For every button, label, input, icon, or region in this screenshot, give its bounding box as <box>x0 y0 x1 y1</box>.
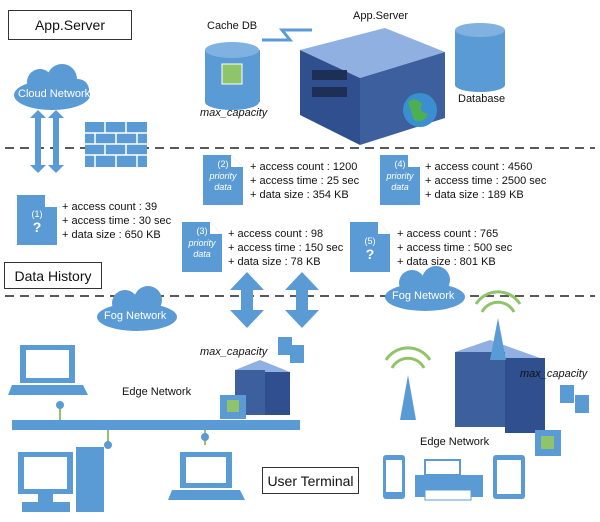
cache-db-label: Cache DB <box>207 20 258 32</box>
data-item-1: (1) ? <box>17 195 57 245</box>
document-stack-icon <box>560 385 589 413</box>
firewall-icon <box>85 122 147 167</box>
edge-network-right-label: Edge Network <box>420 436 490 448</box>
printer-icon <box>415 459 483 501</box>
data-item-4: (4) priority data <box>380 155 420 205</box>
edge-server-icon <box>220 360 290 419</box>
database-icon <box>455 23 505 92</box>
data-item-5: (5) ? <box>350 222 390 272</box>
user-terminal-label: User Terminal <box>262 467 359 494</box>
max-capacity-left-label: max_capacity <box>200 346 268 358</box>
database-label: Database <box>458 93 506 105</box>
fog-network-right-label: Fog Network <box>392 290 455 302</box>
document-stack-icon <box>278 337 304 363</box>
fog-network-icon <box>97 286 177 331</box>
app-server-icon <box>300 28 445 145</box>
data-item-3-attrs: + access count : 98 + access time : 150 s… <box>228 228 344 268</box>
fog-network-icon <box>385 266 465 311</box>
cloud-network-icon <box>14 64 90 110</box>
cloud-network-label: Cloud Network <box>18 88 91 100</box>
data-item-1-attrs: + access count : 39 + access time : 30 se… <box>62 201 172 241</box>
antenna-icon <box>384 346 432 420</box>
data-item-2: (2) priority data <box>203 155 243 205</box>
edge-network-left-label: Edge Network <box>122 386 192 398</box>
data-item-2-attrs: + access count : 1200 + access time : 25 … <box>250 161 360 201</box>
laptop-icon <box>168 452 245 500</box>
bidirectional-arrow-icon <box>30 110 64 173</box>
diagram: App.Server Data History User Terminal Cl… <box>0 0 600 522</box>
app-server-label: App.Server <box>8 10 132 40</box>
data-item-5-attrs: + access count : 765 + access time : 500 … <box>397 228 513 268</box>
tablet-icon <box>493 455 525 499</box>
bidirectional-arrow-icon <box>230 272 319 328</box>
max-capacity-right-label: max_capacity <box>520 368 588 380</box>
data-item-3: (3) priority data <box>182 222 222 272</box>
smartphone-icon <box>383 455 405 499</box>
cache-db-icon <box>205 42 260 110</box>
app-server-caption: App.Server <box>353 10 409 22</box>
max-capacity-label: max_capacity <box>200 107 268 119</box>
wireless-link-icon <box>262 28 312 42</box>
data-item-4-attrs: + access count : 4560 + access time : 250… <box>425 161 547 201</box>
fog-network-left-label: Fog Network <box>104 310 167 322</box>
laptop-icon <box>8 345 88 395</box>
desktop-computer-icon <box>18 447 104 512</box>
data-history-label: Data History <box>4 262 102 289</box>
